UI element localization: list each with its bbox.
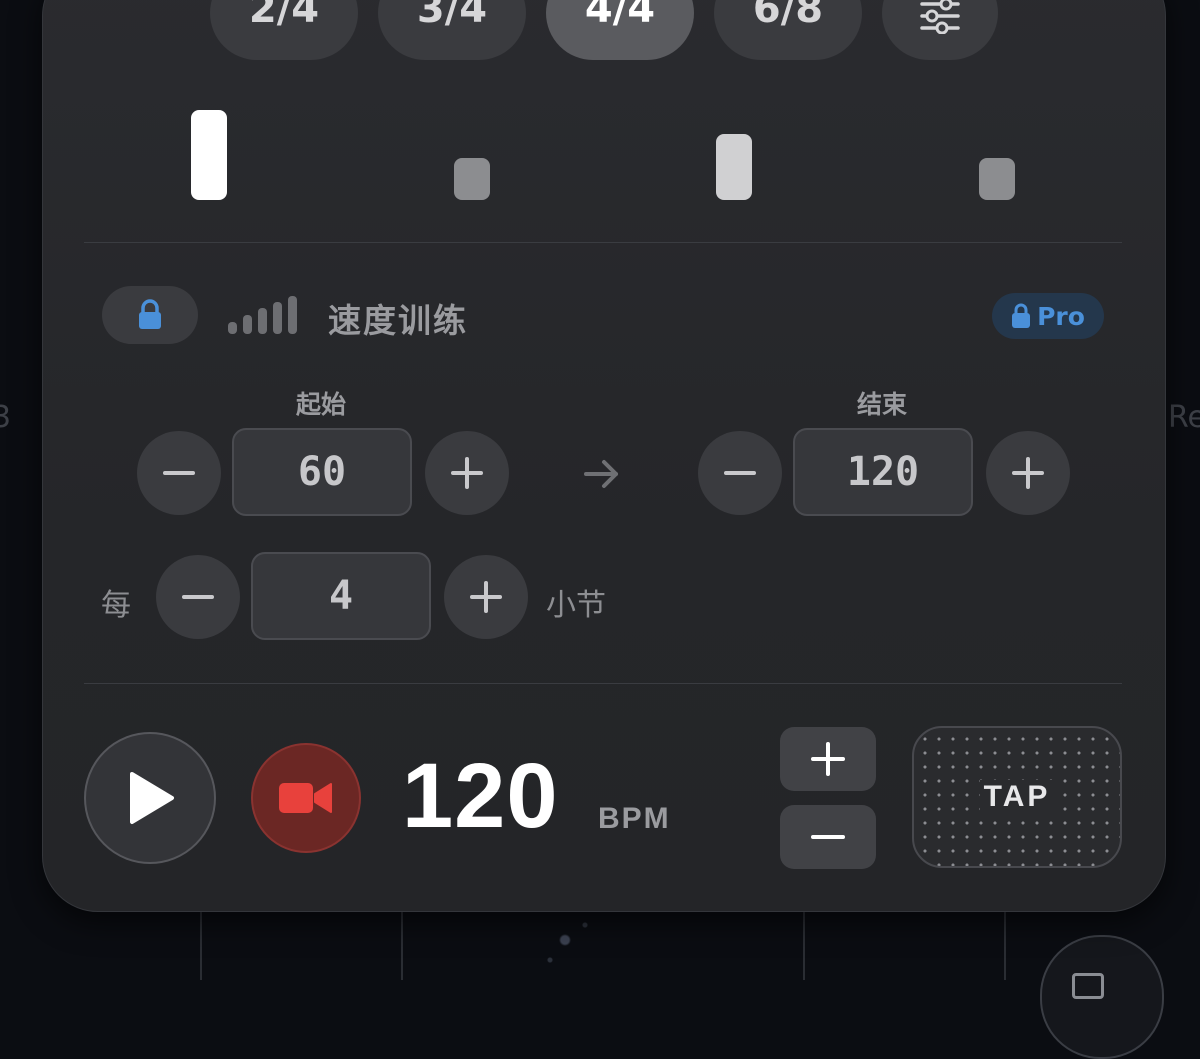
time-signature-6-8[interactable]: 6/8 [714,0,862,60]
step-bars-field[interactable]: 4 [251,552,431,640]
background-gridline [200,900,202,980]
start-decrement-button[interactable] [137,431,221,515]
pro-badge-label: Pro [1037,301,1085,331]
start-label: 起始 [295,390,346,419]
background-stars [540,915,600,975]
plus-icon [811,742,845,776]
bpm-increase-button[interactable] [780,727,876,791]
step-prefix-label: 每 [101,588,131,623]
end-decrement-button[interactable] [698,431,782,515]
window-icon [1072,973,1104,999]
time-signature-4-4[interactable]: 4/4 [546,0,694,60]
beat-indicator-3[interactable] [716,134,752,200]
lock-icon [1012,303,1031,328]
step-decrement-button[interactable] [156,555,240,639]
divider [84,683,1122,684]
background-gridline [1004,900,1006,980]
time-signature-2-4[interactable]: 2/4 [210,0,358,60]
lock-icon [139,299,161,329]
plus-icon [1012,457,1044,489]
bpm-display: 120 [402,745,559,847]
background-edge-text-right: Re [1168,400,1200,435]
divider [84,242,1122,243]
end-label: 结束 [856,390,907,419]
beat-indicator-4[interactable] [979,158,1015,200]
sliders-icon [920,0,960,34]
start-bpm-field[interactable]: 60 [232,428,412,516]
speed-training-title: 速度训练 [328,301,468,340]
background-edge-text-left: 3 [0,400,12,435]
pro-badge[interactable]: Pro [992,293,1104,339]
play-icon [130,772,174,824]
step-increment-button[interactable] [444,555,528,639]
video-camera-icon [279,783,332,813]
plus-icon [451,457,483,489]
play-button[interactable] [84,732,216,864]
minus-icon [163,471,195,475]
bpm-unit-label: BPM [598,802,671,835]
time-signature-selector: 2/4 3/4 4/4 6/8 [0,0,1200,60]
tap-tempo-pad[interactable]: TAP [912,726,1122,868]
speed-training-lock-toggle[interactable] [102,286,198,344]
arrow-right-icon [584,460,618,488]
end-increment-button[interactable] [986,431,1070,515]
plus-icon [470,581,502,613]
minus-icon [811,835,845,839]
background-gridline [803,900,805,980]
time-signature-settings-button[interactable] [882,0,998,60]
minus-icon [724,471,756,475]
corner-floating-button[interactable] [1040,935,1164,1059]
step-suffix-label: 小节 [546,588,606,623]
beat-indicator-2[interactable] [454,158,490,200]
signal-bars-icon [228,296,300,334]
background-gridline [401,900,403,980]
beat-indicator-1[interactable] [191,110,227,200]
bpm-decrease-button[interactable] [780,805,876,869]
end-bpm-field[interactable]: 120 [793,428,973,516]
tap-label: TAP [979,780,1055,814]
minus-icon [182,595,214,599]
start-increment-button[interactable] [425,431,509,515]
record-video-button[interactable] [251,743,361,853]
time-signature-3-4[interactable]: 3/4 [378,0,526,60]
